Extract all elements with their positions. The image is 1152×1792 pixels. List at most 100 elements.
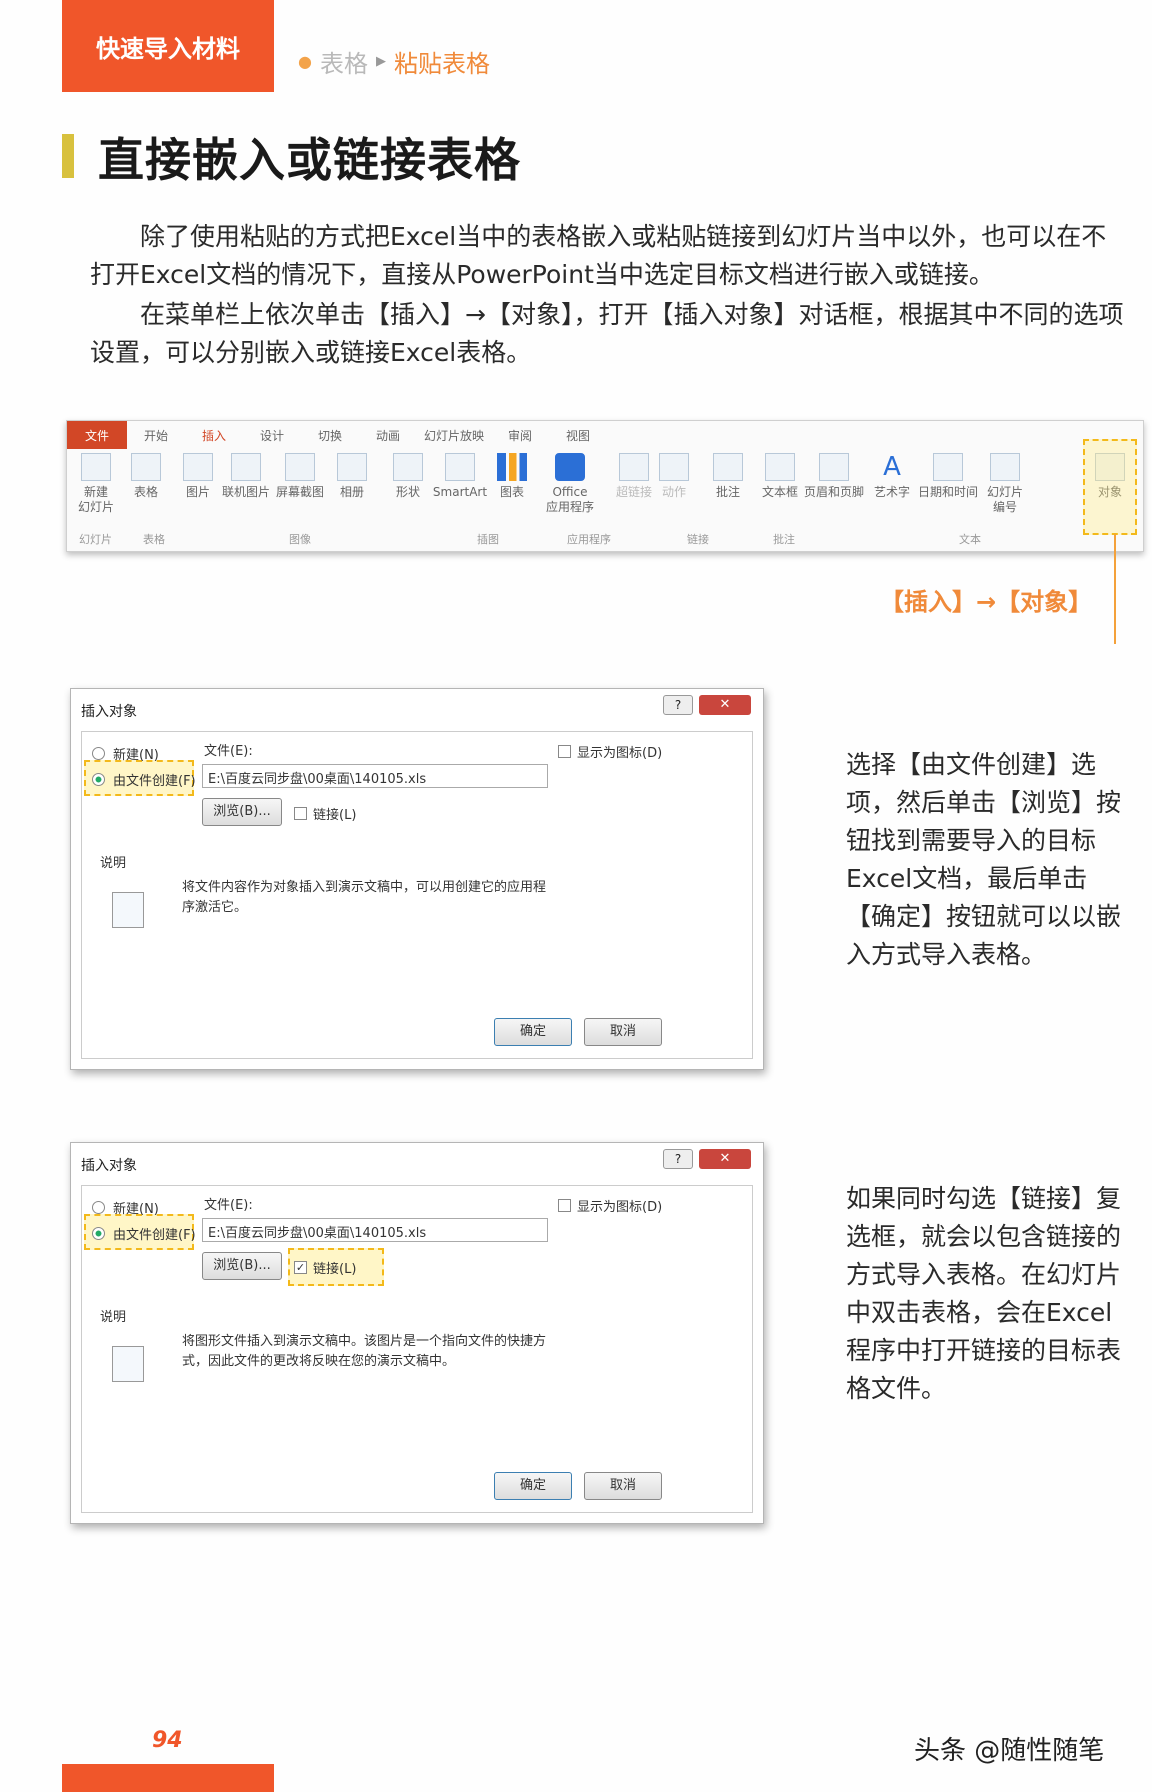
table-button[interactable]: 表格 bbox=[121, 453, 171, 500]
calendar-icon bbox=[933, 453, 963, 481]
cancel-button[interactable]: 取消 bbox=[584, 1472, 662, 1500]
radio-selected-icon bbox=[92, 1227, 105, 1240]
album-icon bbox=[337, 453, 367, 481]
tab-review[interactable]: 审阅 bbox=[491, 427, 549, 444]
link-checkbox[interactable]: 链接(L) bbox=[294, 804, 356, 823]
new-slide-icon bbox=[81, 453, 111, 481]
breadcrumb-current: 粘贴表格 bbox=[393, 50, 490, 78]
comment-button[interactable]: 批注 bbox=[703, 453, 753, 500]
date-time-button[interactable]: 日期和时间 bbox=[915, 453, 981, 500]
office-apps-button[interactable]: Office 应用程序 bbox=[537, 453, 603, 515]
shapes-button[interactable]: 形状 bbox=[383, 453, 433, 500]
picture-button[interactable]: 图片 bbox=[173, 453, 223, 500]
group-images: 图像 bbox=[289, 533, 311, 546]
chart-button[interactable]: 图表 bbox=[487, 453, 537, 500]
ribbon-groups: 幻灯片 表格 图像 插图 应用程序 链接 批注 文本 bbox=[67, 531, 1143, 549]
ok-button[interactable]: 确定 bbox=[494, 1018, 572, 1046]
screenshot-button[interactable]: 屏幕截图 bbox=[271, 453, 329, 500]
title-accent-bar bbox=[62, 134, 74, 178]
new-slide-button[interactable]: 新建 幻灯片 bbox=[71, 453, 121, 515]
help-button[interactable]: ? bbox=[663, 695, 693, 715]
show-as-icon-checkbox[interactable]: 显示为图标(D) bbox=[558, 1196, 662, 1215]
group-text: 文本 bbox=[959, 533, 981, 546]
intro-paragraph-2: 在菜单栏上依次单击【插入】→【对象】，打开【插入对象】对话框，根据其中不同的选项… bbox=[90, 300, 1124, 367]
chart-icon bbox=[497, 453, 527, 481]
embed-explanation: 选择【由文件创建】选项，然后单击【浏览】按钮找到需要导入的目标Excel文档，最… bbox=[846, 750, 1122, 969]
tab-home[interactable]: 开始 bbox=[127, 427, 185, 444]
comment-icon bbox=[713, 453, 743, 481]
linked-document-icon bbox=[112, 1346, 144, 1382]
ribbon-tabs: 文件 开始 插入 设计 切换 动画 幻灯片放映 审阅 视图 bbox=[67, 421, 1143, 449]
breadcrumb-parent: 表格 bbox=[319, 50, 368, 78]
browse-button[interactable]: 浏览(B)... bbox=[202, 798, 282, 826]
close-button[interactable]: ✕ bbox=[699, 1149, 751, 1169]
cancel-button[interactable]: 取消 bbox=[584, 1018, 662, 1046]
radio-circle-icon bbox=[92, 1201, 105, 1214]
radio-selected-icon bbox=[92, 773, 105, 786]
textbox-button[interactable]: 文本框 bbox=[755, 453, 805, 500]
bullet-dot-icon: ● bbox=[298, 52, 312, 71]
new-radio[interactable]: 新建(N) bbox=[92, 1198, 159, 1217]
embedded-document-icon bbox=[112, 892, 144, 928]
table-icon bbox=[131, 453, 161, 481]
link-explanation: 如果同时勾选【链接】复选框，就会以包含链接的方式导入表格。在幻灯片中双击表格，会… bbox=[846, 1184, 1122, 1403]
online-picture-button[interactable]: 联机图片 bbox=[219, 453, 273, 500]
radio-circle-icon bbox=[92, 747, 105, 760]
checkmark-icon: ✓ bbox=[294, 1261, 307, 1274]
wordart-button[interactable]: A 艺术字 bbox=[867, 453, 917, 500]
shapes-icon bbox=[393, 453, 423, 481]
smartart-icon bbox=[445, 453, 475, 481]
checkbox-icon bbox=[558, 1199, 571, 1212]
tab-view[interactable]: 视图 bbox=[549, 427, 607, 444]
checkbox-icon bbox=[558, 745, 571, 758]
file-path-input[interactable]: E:\百度云同步盘\00桌面\140105.xls bbox=[202, 764, 548, 788]
action-button[interactable]: 动作 bbox=[649, 453, 699, 500]
tab-slideshow[interactable]: 幻灯片放映 bbox=[417, 427, 491, 444]
online-picture-icon bbox=[231, 453, 261, 481]
dialog-body: 新建(N) 由文件创建(F) 文件(E): E:\百度云同步盘\00桌面\140… bbox=[81, 1185, 753, 1513]
group-comments: 批注 bbox=[773, 533, 795, 546]
group-apps: 应用程序 bbox=[567, 533, 611, 546]
header-footer-button[interactable]: 页眉和页脚 bbox=[801, 453, 867, 500]
from-file-radio[interactable]: 由文件创建(F) bbox=[92, 1224, 196, 1243]
link-checkbox[interactable]: ✓ 链接(L) bbox=[294, 1258, 356, 1277]
watermark: 头条 @随性随笔 bbox=[914, 1736, 1105, 1766]
header-footer-icon bbox=[819, 453, 849, 481]
slide-number-button[interactable]: 幻灯片 编号 bbox=[979, 453, 1031, 515]
intro-paragraph-1: 除了使用粘贴的方式把Excel当中的表格嵌入或粘贴链接到幻灯片当中以外，也可以在… bbox=[90, 222, 1107, 289]
new-radio[interactable]: 新建(N) bbox=[92, 744, 159, 763]
file-label: 文件(E): bbox=[204, 1198, 253, 1213]
footer-bar bbox=[62, 1764, 274, 1792]
help-button[interactable]: ? bbox=[663, 1149, 693, 1169]
slide-number-icon bbox=[990, 453, 1020, 481]
tab-animations[interactable]: 动画 bbox=[359, 427, 417, 444]
group-links: 链接 bbox=[687, 533, 709, 546]
ok-button[interactable]: 确定 bbox=[494, 1472, 572, 1500]
dialog-title: 插入对象 bbox=[81, 704, 137, 720]
action-star-icon bbox=[659, 453, 689, 481]
page-number: 94 bbox=[152, 1728, 183, 1753]
file-path-input[interactable]: E:\百度云同步盘\00桌面\140105.xls bbox=[202, 1218, 548, 1242]
textbox-icon bbox=[765, 453, 795, 481]
callout-line bbox=[1114, 534, 1116, 644]
insert-object-dialog-link: 插入对象 ? ✕ 新建(N) 由文件创建(F) 文件(E): E:\百度云同步盘… bbox=[70, 1142, 764, 1524]
tab-transitions[interactable]: 切换 bbox=[301, 427, 359, 444]
tab-insert[interactable]: 插入 bbox=[185, 427, 243, 444]
checkbox-icon bbox=[294, 807, 307, 820]
description-heading: 说明 bbox=[100, 1310, 127, 1325]
browse-button[interactable]: 浏览(B)... bbox=[202, 1252, 282, 1280]
breadcrumb-arrow-icon: ▶ bbox=[375, 54, 386, 69]
close-button[interactable]: ✕ bbox=[699, 695, 751, 715]
ribbon-screenshot: 文件 开始 插入 设计 切换 动画 幻灯片放映 审阅 视图 新建 幻灯片 表格 … bbox=[66, 420, 1144, 552]
from-file-radio[interactable]: 由文件创建(F) bbox=[92, 770, 196, 789]
tab-design[interactable]: 设计 bbox=[243, 427, 301, 444]
camera-icon bbox=[285, 453, 315, 481]
tab-file[interactable]: 文件 bbox=[67, 421, 127, 449]
smartart-button[interactable]: SmartArt bbox=[431, 453, 489, 500]
album-button[interactable]: 相册 bbox=[327, 453, 377, 500]
ribbon-callout: 【插入】→【对象】 bbox=[880, 588, 1093, 616]
file-label: 文件(E): bbox=[204, 744, 253, 759]
description-text: 将图形文件插入到演示文稿中。该图片是一个指向文件的快捷方式，因此文件的更改将反映… bbox=[182, 1334, 547, 1369]
breadcrumb: ● 表格 ▶ 粘贴表格 bbox=[298, 44, 490, 79]
show-as-icon-checkbox[interactable]: 显示为图标(D) bbox=[558, 742, 662, 761]
